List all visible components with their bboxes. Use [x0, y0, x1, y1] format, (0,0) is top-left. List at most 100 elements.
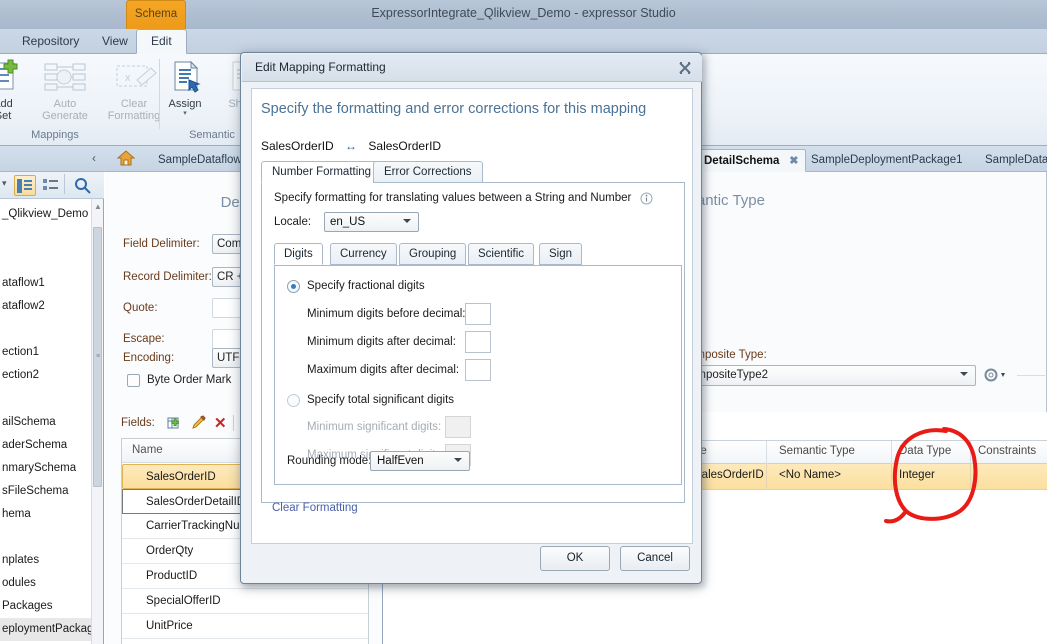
doc-tab-sampledataflow2[interactable]: SampleDatafl — [975, 149, 1047, 172]
fields-toolbar-divider — [233, 415, 234, 431]
attributes-table-header: ne Semantic Type Data Type Constraints — [684, 440, 1047, 465]
tree-item-dataflow1[interactable]: ataflow1 — [0, 272, 45, 295]
tree-item-connection2[interactable]: ection2 — [0, 364, 39, 387]
radio-specify-total-significant-digits[interactable] — [287, 394, 300, 407]
tree-item-summaryschema[interactable]: nmarySchema — [0, 457, 76, 480]
label-escape: Escape: — [123, 333, 165, 345]
close-icon[interactable]: ✖ — [789, 150, 798, 172]
table-row[interactable]: UnitPrice — [122, 614, 368, 639]
search-icon[interactable] — [74, 177, 92, 197]
table-row[interactable]: SalesOrderID <No Name> Integer — [684, 464, 1047, 490]
doc-tab-sampledeploymentpackage1[interactable]: SampleDeploymentPackage1 — [801, 149, 973, 172]
input-min-digits-before-decimal[interactable] — [465, 303, 491, 325]
doc-tab-detailschema[interactable]: DetailSchema ✖ — [693, 149, 807, 172]
ribbon-button-auto-generate[interactable]: Auto Generate — [32, 58, 98, 122]
gear-icon[interactable] — [982, 366, 1008, 384]
doc-tab-sampledataflow[interactable]: SampleDataflow — [148, 149, 252, 172]
cell-semantic-type: <No Name> — [779, 469, 842, 481]
tab-digits[interactable]: Digits — [274, 243, 323, 265]
explorer-scrollbar[interactable]: ▲ ≡ — [91, 199, 103, 644]
label-locale: Locale: — [274, 216, 312, 228]
clear-formatting-link[interactable]: Clear Formatting — [272, 502, 358, 514]
contextual-tab-schema[interactable]: Schema — [126, 0, 186, 30]
fields-grid-column-name: Name — [132, 444, 163, 456]
select-composite-type[interactable]: ompositeType2 — [684, 365, 976, 386]
table-row[interactable]: SpecialOfferID — [122, 589, 368, 614]
edit-field-icon[interactable] — [191, 415, 207, 434]
label-fields: Fields: — [121, 417, 155, 429]
attributes-table[interactable]: ne Semantic Type Data Type Constraints S… — [684, 440, 1047, 644]
ribbon-button-assign[interactable]: Assign ▾ — [152, 58, 218, 118]
dialog-title-bar: Edit Mapping Formatting — [242, 54, 702, 82]
tree-item-schema[interactable]: hema — [0, 503, 31, 526]
flat-list-icon[interactable] — [42, 177, 60, 197]
home-icon[interactable] — [116, 149, 136, 167]
radio-specify-fractional-digits[interactable] — [287, 280, 300, 293]
edit-mapping-formatting-dialog: Edit Mapping Formatting Specify the form… — [240, 52, 702, 584]
auto-generate-icon — [32, 58, 98, 96]
tab-currency[interactable]: Currency — [330, 243, 397, 265]
input-min-digits-after-decimal[interactable] — [465, 331, 491, 353]
tree-item-modules[interactable]: odules — [0, 572, 36, 595]
table-row[interactable]: UnitPriceDiscount — [122, 639, 368, 644]
info-icon[interactable] — [640, 192, 653, 205]
toolbar-divider — [64, 174, 65, 194]
divider — [1017, 375, 1047, 376]
cancel-button[interactable]: Cancel — [620, 546, 690, 571]
svg-text:x: x — [125, 72, 131, 84]
tree-item-detailschema[interactable]: ailSchema — [0, 411, 56, 434]
ribbon-tab-repository[interactable]: Repository — [8, 29, 93, 54]
tree-item-deploymentpackage[interactable]: eploymentPackage — [0, 618, 92, 641]
tab-number-formatting[interactable]: Number Formatting — [261, 161, 383, 183]
dialog-mapping-line: SalesOrderID ↔ SalesOrderID — [261, 139, 441, 153]
tree-item-filechema[interactable]: sFileSchema — [0, 480, 68, 503]
project-tree[interactable]: _Qlikview_Demo ataflow1 ataflow2 ection1… — [0, 199, 92, 644]
chevron-down-icon[interactable] — [454, 458, 462, 462]
ribbon-tab-view[interactable]: View — [88, 29, 142, 54]
select-rounding-mode[interactable]: HalfEven — [370, 451, 470, 471]
tree-item-connection1[interactable]: ection1 — [0, 341, 39, 364]
tab-scientific[interactable]: Scientific — [468, 243, 535, 265]
ribbon-button-add-set[interactable]: Add Set — [0, 58, 36, 122]
dialog-title: Edit Mapping Formatting — [255, 60, 386, 74]
tab-error-corrections[interactable]: Error Corrections — [373, 161, 483, 183]
select-locale[interactable]: en_US — [324, 212, 419, 232]
chevron-down-icon[interactable] — [403, 219, 411, 223]
tree-item-dataflow2[interactable]: ataflow2 — [0, 295, 45, 318]
doc-tab-detailschema-label: DetailSchema — [704, 155, 780, 167]
scrollbar-thumb[interactable]: ≡ — [93, 227, 102, 487]
ribbon-button-auto-generate-line2: Generate — [42, 110, 88, 122]
tree-item-templates[interactable]: nplates — [0, 549, 39, 572]
chevron-down-icon[interactable] — [960, 372, 968, 376]
delete-field-icon[interactable]: ✕ — [214, 414, 227, 432]
close-icon[interactable] — [676, 59, 694, 77]
tree-item-packages[interactable]: Packages — [0, 595, 53, 618]
label-rounding-mode: Rounding mode: — [287, 455, 372, 467]
tree-item-headerschema[interactable]: aderSchema — [0, 434, 67, 457]
label-min-digits-after-decimal: Minimum digits after decimal: — [307, 336, 456, 348]
chevron-left-icon[interactable]: ‹ — [92, 151, 96, 165]
label-min-digits-before-decimal: Minimum digits before decimal: — [307, 308, 466, 320]
add-field-icon[interactable] — [167, 415, 183, 434]
contextual-tab-label: Schema — [134, 8, 178, 20]
dropdown-icon[interactable]: ▾ — [2, 178, 7, 189]
label-specify-total-significant-digits: Specify total significant digits — [307, 394, 455, 406]
ok-button[interactable]: OK — [540, 546, 610, 571]
label-record-delimiter: Record Delimiter: — [123, 271, 212, 283]
scroll-up-arrow-icon[interactable]: ▲ — [94, 202, 102, 211]
tab-grouping[interactable]: Grouping — [399, 243, 467, 265]
label-specify-fractional-digits: Specify fractional digits — [307, 280, 425, 292]
chevron-down-icon[interactable]: ▾ — [152, 110, 218, 118]
tab-sign[interactable]: Sign — [539, 243, 583, 265]
add-set-icon — [0, 58, 36, 96]
label-max-digits-after-decimal: Maximum digits after decimal: — [307, 364, 460, 376]
ribbon-group-mappings: Add Set Auto Generate — [0, 54, 160, 144]
input-max-digits-after-decimal[interactable] — [465, 359, 491, 381]
ribbon-tab-edit[interactable]: Edit — [136, 29, 187, 54]
tree-item-qlikview-demo[interactable]: _Qlikview_Demo — [0, 203, 88, 226]
tree-view-icon[interactable] — [14, 175, 36, 196]
checkbox-byte-order-mark[interactable] — [127, 374, 140, 387]
column-header-data-type: Data Type — [899, 445, 952, 457]
label-encoding: Encoding: — [123, 352, 175, 364]
input-min-significant-digits — [445, 416, 471, 438]
